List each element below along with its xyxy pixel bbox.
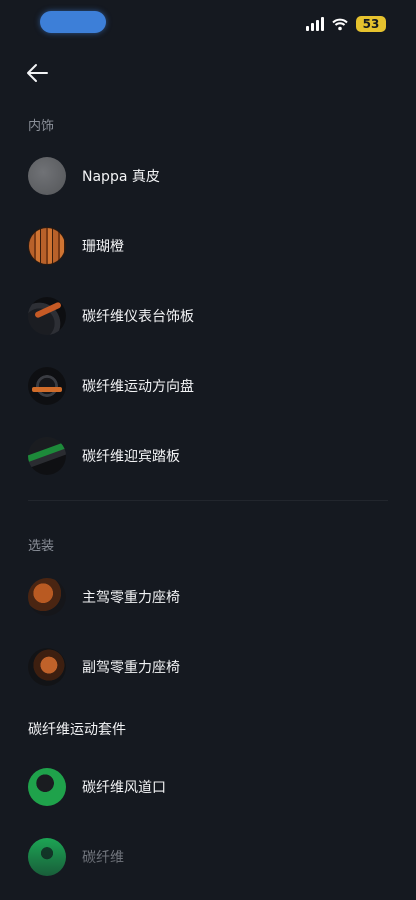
status-indicator-pill[interactable] [40,11,106,33]
group-title-carbon-kit: 碳纤维运动套件 [28,722,126,738]
list-item[interactable]: Nappa 真皮 [0,148,416,204]
driver-seat-icon [28,578,66,616]
list-item[interactable]: 主驾零重力座椅 [0,569,416,625]
gray-leather-swatch-icon [28,157,66,195]
wifi-icon [332,18,348,31]
status-bar: 53 [0,0,416,44]
item-label: 珊瑚橙 [82,239,124,255]
item-label: 主驾零重力座椅 [82,590,180,606]
battery-level: 53 [362,17,380,31]
item-label: 副驾零重力座椅 [82,660,180,676]
section-divider [28,500,388,501]
back-button[interactable] [24,60,54,86]
item-label: 碳纤维仪表台饰板 [82,309,194,325]
list-item[interactable]: 珊瑚橙 [0,218,416,274]
item-label: 碳纤维迎宾踏板 [82,449,180,465]
section-label-options: 选装 [28,539,55,554]
passenger-seat-icon [28,648,66,686]
battery-icon: 53 [356,16,386,32]
arrow-left-icon [27,64,48,82]
list-item[interactable]: 碳纤维 [0,829,416,885]
status-icons: 53 [306,15,386,33]
carbon-steering-wheel-icon [28,367,66,405]
list-item[interactable]: 碳纤维迎宾踏板 [0,428,416,484]
carbon-dashboard-trim-icon [28,297,66,335]
list-item[interactable]: 碳纤维仪表台饰板 [0,288,416,344]
item-label: Nappa 真皮 [82,169,160,185]
carbon-door-sill-icon [28,437,66,475]
item-label: 碳纤维风道口 [82,780,166,796]
list-item[interactable]: 碳纤维风道口 [0,759,416,815]
carbon-kit-part-icon [28,838,66,876]
item-label: 碳纤维运动方向盘 [82,379,194,395]
list-item[interactable]: 副驾零重力座椅 [0,639,416,695]
signal-icon [306,17,324,31]
coral-orange-swatch-icon [28,227,66,265]
list-item[interactable]: 碳纤维运动方向盘 [0,358,416,414]
carbon-air-vent-icon [28,768,66,806]
item-label: 碳纤维 [82,850,124,866]
section-label-interior: 内饰 [28,119,55,134]
